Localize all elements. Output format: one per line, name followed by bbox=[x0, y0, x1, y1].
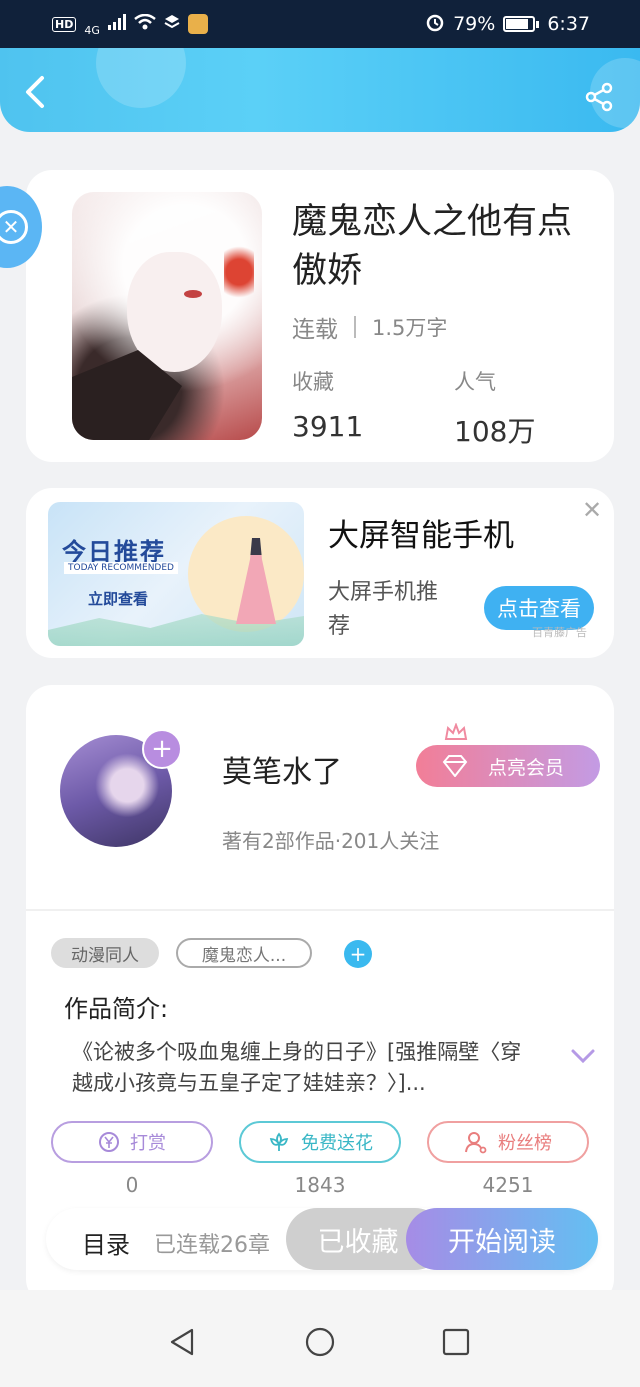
book-meta: 连载 1.5万字 bbox=[292, 310, 447, 344]
ad-source-label: 百青藤广告 bbox=[532, 626, 587, 639]
signal-icon bbox=[107, 13, 126, 35]
book-info-card: 魔鬼恋人之他有点傲娇 连载 1.5万字 收藏 3911 人气 108万 bbox=[26, 170, 614, 462]
ad-close-button[interactable]: ✕ bbox=[578, 496, 606, 524]
status-bar: HD 4G 79% 6:37 bbox=[0, 0, 640, 48]
share-button[interactable] bbox=[584, 82, 614, 112]
table-of-contents-button[interactable]: 目录 bbox=[82, 1225, 130, 1260]
battery-percent: 79% bbox=[453, 13, 496, 35]
cover-figure-eye bbox=[184, 290, 202, 298]
tag-category[interactable]: 动漫同人 bbox=[51, 938, 159, 968]
wifi-icon bbox=[134, 13, 156, 35]
chapter-count: 已连载26章 bbox=[154, 1233, 270, 1258]
crown-icon bbox=[444, 723, 468, 740]
nav-recents-button[interactable] bbox=[440, 1326, 472, 1358]
intro-title: 作品简介: bbox=[64, 995, 169, 1023]
network-type: 4G bbox=[84, 23, 100, 37]
flower-icon bbox=[269, 1132, 289, 1151]
vip-activate-button[interactable]: 点亮会员 bbox=[416, 745, 600, 787]
nav-back-button[interactable] bbox=[166, 1326, 198, 1358]
yen-coin-icon bbox=[99, 1132, 119, 1152]
flower-label: 免费送花 bbox=[301, 1133, 373, 1154]
alarm-icon bbox=[425, 12, 445, 37]
intro-text: 《论被多个吸血鬼缠上身的日子》[强推隔壁〈穿越成小孩竟与五皇子定了娃娃亲？〉].… bbox=[72, 1040, 522, 1095]
book-status: 连载 bbox=[292, 317, 338, 343]
author-name: 莫笔水了 bbox=[222, 755, 342, 790]
status-right: 79% 6:37 bbox=[425, 12, 590, 37]
fans-count: 4251 bbox=[482, 1173, 534, 1197]
decor-bubble bbox=[96, 48, 186, 108]
chevron-left-icon bbox=[26, 76, 44, 108]
header-bar bbox=[0, 48, 640, 132]
clock: 6:37 bbox=[547, 13, 590, 35]
nav-home-circle-icon bbox=[305, 1327, 335, 1357]
reward-label: 打赏 bbox=[130, 1133, 166, 1154]
nav-home-button[interactable] bbox=[304, 1326, 336, 1358]
nav-back-triangle-icon bbox=[170, 1328, 194, 1356]
hd-badge: HD bbox=[52, 16, 77, 32]
vip-button-label: 点亮会员 bbox=[488, 756, 565, 779]
book-cover-image[interactable] bbox=[72, 192, 262, 440]
reading-action-bar: 目录 已连载26章 已收藏 开始阅读 bbox=[46, 1208, 598, 1270]
start-reading-button[interactable]: 开始阅读 bbox=[406, 1208, 598, 1270]
meta-divider bbox=[354, 316, 356, 338]
author-info: 著有2部作品·201人关注 bbox=[222, 829, 440, 853]
plus-icon: + bbox=[151, 734, 173, 764]
app-notification-icon bbox=[187, 14, 208, 34]
battery-charging-icon bbox=[503, 16, 540, 32]
popularity-value: 108万 bbox=[454, 415, 536, 448]
reward-button[interactable]: 打赏 bbox=[51, 1121, 213, 1163]
flower-count: 1843 bbox=[294, 1173, 346, 1197]
nav-recents-square-icon bbox=[442, 1328, 470, 1356]
share-icon bbox=[585, 82, 613, 112]
fans-label: 粉丝榜 bbox=[498, 1133, 552, 1154]
banner-cta: 立即查看 bbox=[88, 590, 149, 608]
diamond-icon bbox=[442, 755, 468, 777]
fan-ranking-button[interactable]: 粉丝榜 bbox=[427, 1121, 589, 1163]
favorites-stat: 收藏 3911 bbox=[292, 366, 363, 443]
add-tag-button[interactable]: + bbox=[344, 940, 372, 968]
book-title: 魔鬼恋人之他有点傲娇 bbox=[292, 202, 573, 291]
favorites-value: 3911 bbox=[292, 410, 364, 443]
user-icon bbox=[465, 1132, 487, 1154]
layers-icon bbox=[164, 13, 180, 35]
popularity-label: 人气 bbox=[454, 370, 496, 394]
popularity-stat: 人气 108万 bbox=[454, 366, 535, 450]
ad-title: 大屏智能手机 bbox=[328, 518, 514, 554]
section-divider bbox=[26, 909, 614, 911]
follow-author-button[interactable]: + bbox=[142, 729, 182, 769]
favorites-label: 收藏 bbox=[292, 370, 334, 394]
chevron-down-icon[interactable] bbox=[570, 1047, 596, 1065]
reward-count: 0 bbox=[125, 1173, 139, 1197]
system-nav-bar bbox=[0, 1290, 640, 1387]
close-icon: ✕ bbox=[581, 496, 603, 524]
banner-subheading: TODAY RECOMMENDED bbox=[64, 562, 178, 574]
book-word-count: 1.5万字 bbox=[372, 316, 448, 340]
close-circle-icon: ✕ bbox=[0, 210, 28, 244]
cover-flower bbox=[224, 232, 254, 312]
ad-card[interactable]: 今日推荐 TODAY RECOMMENDED 立即查看 大屏智能手机 大屏手机推… bbox=[26, 488, 614, 658]
status-left: HD 4G bbox=[52, 12, 208, 37]
ad-banner-image[interactable]: 今日推荐 TODAY RECOMMENDED 立即查看 bbox=[48, 502, 304, 646]
tag-series[interactable]: 魔鬼恋人... bbox=[176, 938, 312, 968]
ad-subtitle: 大屏手机推荐 bbox=[328, 580, 439, 639]
back-button[interactable] bbox=[20, 74, 52, 110]
send-flower-button[interactable]: 免费送花 bbox=[239, 1121, 401, 1163]
plus-icon: + bbox=[349, 942, 367, 966]
